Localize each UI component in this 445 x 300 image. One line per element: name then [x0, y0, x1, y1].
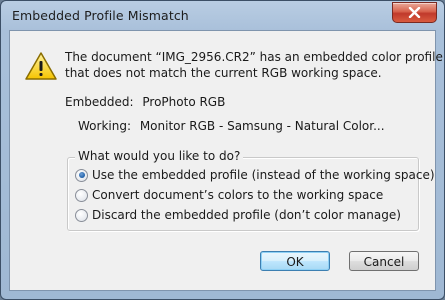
radio-button[interactable]: [75, 208, 88, 222]
window-title: Embedded Profile Mismatch: [12, 8, 189, 23]
embedded-label: Embedded:: [65, 95, 134, 109]
cancel-button[interactable]: Cancel: [349, 251, 419, 271]
embedded-profile-row: Embedded: ProPhoto RGB: [65, 95, 225, 109]
option-convert[interactable]: Convert document’s colors to the working…: [75, 187, 383, 203]
working-label: Working:: [78, 119, 131, 133]
embedded-value: ProPhoto RGB: [142, 95, 226, 109]
mismatch-message: The document “IMG_2956.CR2” has an embed…: [65, 49, 443, 81]
option-discard[interactable]: Discard the embedded profile (don’t colo…: [75, 207, 401, 223]
radio-button-selected[interactable]: [75, 168, 88, 182]
working-value: Monitor RGB - Samsung - Natural Color...: [139, 119, 385, 133]
message-line-1: The document “IMG_2956.CR2” has an embed…: [65, 50, 443, 64]
options-legend: What would you like to do?: [75, 149, 244, 163]
option-label: Discard the embedded profile (don’t colo…: [92, 208, 401, 222]
close-icon: [408, 7, 421, 18]
warning-icon: [25, 52, 57, 80]
option-use-embedded[interactable]: Use the embedded profile (instead of the…: [75, 167, 435, 183]
message-line-2: that does not match the current RGB work…: [65, 66, 382, 80]
radio-button[interactable]: [75, 188, 88, 202]
ok-button[interactable]: OK: [260, 251, 330, 271]
close-button[interactable]: [392, 2, 437, 23]
dialog-body: The document “IMG_2956.CR2” has an embed…: [9, 30, 443, 291]
option-label: Convert document’s colors to the working…: [92, 188, 384, 202]
dialog-window: Embedded Profile Mismatch The document “…: [0, 0, 445, 300]
working-profile-row: Working: Monitor RGB - Samsung - Natural…: [78, 119, 385, 133]
option-label: Use the embedded profile (instead of the…: [92, 168, 435, 182]
